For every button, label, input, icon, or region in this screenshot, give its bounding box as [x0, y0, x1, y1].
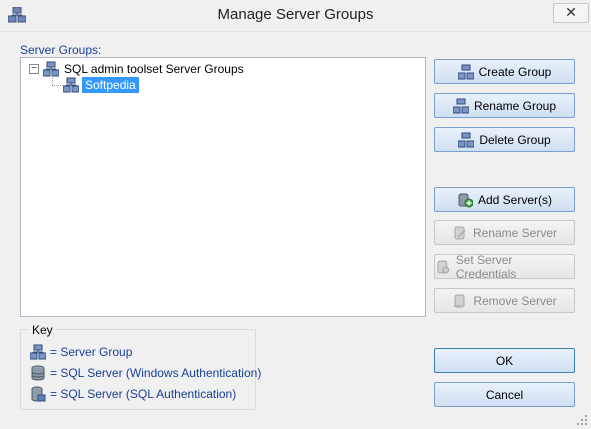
rename-server-button[interactable]: Rename Server	[434, 220, 575, 245]
sql-server-sql-auth-icon	[31, 386, 46, 402]
server-group-icon	[457, 64, 474, 79]
sql-server-windows-auth-icon	[31, 365, 45, 381]
remove-server-icon	[454, 294, 465, 307]
delete-group-button[interactable]: Delete Group	[434, 127, 575, 152]
add-server-icon	[458, 193, 473, 207]
server-group-icon	[63, 77, 79, 93]
rename-group-label: Rename Group	[473, 98, 557, 113]
rename-group-button[interactable]: Rename Group	[434, 93, 575, 118]
remove-server-label: Remove Server	[473, 293, 557, 308]
set-server-credentials-button[interactable]: Set Server Credentials	[434, 252, 575, 281]
cancel-label: Cancel	[485, 387, 524, 402]
rename-server-label: Rename Server	[472, 225, 558, 240]
ok-button[interactable]: OK	[434, 348, 575, 373]
server-groups-label: Server Groups:	[20, 43, 102, 57]
set-server-credentials-label: Set Server Credentials	[455, 252, 517, 281]
remove-server-button[interactable]: Remove Server	[434, 288, 575, 313]
key-title: Key	[29, 323, 56, 337]
delete-group-label: Delete Group	[479, 132, 551, 147]
key-legend: Key = Server Group = SQL Server (Windows…	[20, 323, 261, 410]
server-group-icon	[30, 344, 46, 360]
server-groups-tree[interactable]: − SQL admin toolset Server Groups Softpe…	[20, 57, 426, 317]
ok-label: OK	[495, 353, 514, 368]
close-button[interactable]: ✕	[553, 3, 589, 23]
key-item-label: = SQL Server (Windows Authentication)	[50, 366, 262, 380]
close-icon: ✕	[565, 4, 577, 20]
resize-grip-icon[interactable]	[576, 414, 588, 426]
server-group-icon	[452, 98, 469, 113]
key-item-label: = Server Group	[50, 345, 133, 359]
window-title: Manage Server Groups	[217, 6, 374, 23]
server-group-icon	[43, 61, 59, 77]
tree-node-softpedia-label: Softpedia	[82, 77, 139, 93]
add-servers-label: Add Server(s)	[477, 192, 553, 207]
create-group-button[interactable]: Create Group	[434, 59, 575, 84]
rename-server-icon	[454, 226, 466, 239]
title-bar: Manage Server Groups ✕	[0, 0, 591, 32]
add-servers-button[interactable]: Add Server(s)	[434, 187, 575, 212]
tree-connector	[52, 74, 53, 85]
create-group-label: Create Group	[478, 64, 552, 79]
tree-connector	[52, 85, 63, 86]
cancel-button[interactable]: Cancel	[434, 382, 575, 407]
tree-node-root-label: SQL admin toolset Server Groups	[64, 62, 244, 76]
collapse-toggle[interactable]: −	[29, 64, 39, 74]
server-group-icon	[458, 132, 475, 147]
credentials-icon	[437, 260, 450, 273]
key-item-label: = SQL Server (SQL Authentication)	[50, 387, 237, 401]
